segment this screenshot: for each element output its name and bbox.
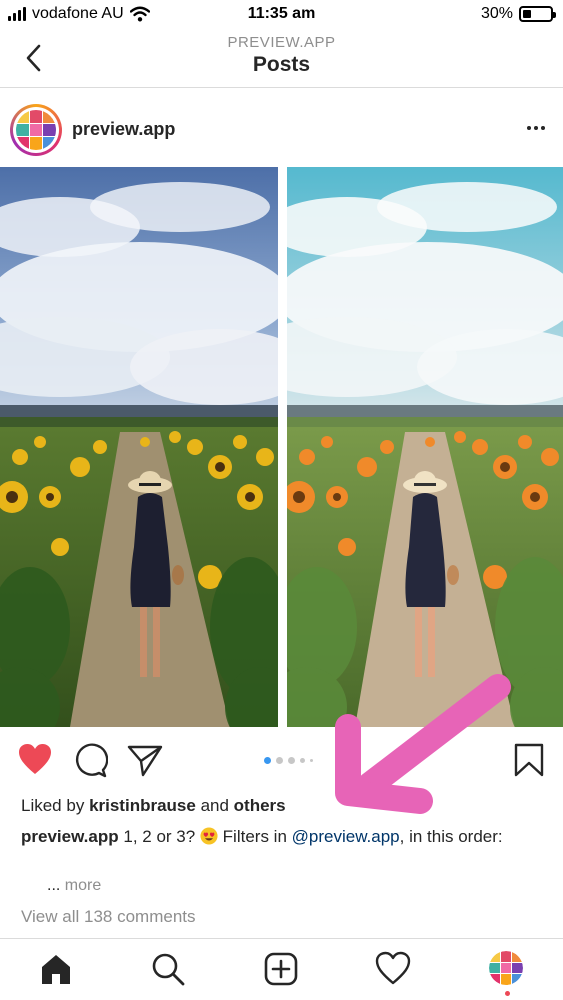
- battery-level-fill: [523, 10, 531, 18]
- preview-logo-icon: [16, 110, 56, 150]
- caption-more-link[interactable]: ... more: [47, 877, 101, 895]
- carousel-dot: [300, 758, 305, 763]
- view-comments-link[interactable]: View all 138 comments: [21, 907, 196, 927]
- notification-dot: [505, 991, 510, 996]
- comment-icon[interactable]: [72, 742, 108, 778]
- caption-username[interactable]: preview.app: [21, 827, 119, 846]
- likes-summary: Liked by kristinbrause and others: [21, 796, 286, 816]
- post-header: preview.app: [0, 100, 563, 160]
- heart-eyes-emoji-icon: [200, 827, 218, 845]
- post-caption: preview.app 1, 2 or 3? Filters in @previ…: [21, 826, 541, 847]
- page-title: Posts: [252, 53, 311, 76]
- carousel-dot: [288, 757, 295, 764]
- add-post-icon[interactable]: [263, 951, 299, 987]
- liked-prefix: Liked by: [21, 796, 85, 815]
- battery-group: 30%: [480, 5, 556, 23]
- post-action-bar: [0, 742, 563, 786]
- activity-heart-icon[interactable]: [375, 951, 411, 987]
- bottom-tab-bar: [0, 938, 563, 1000]
- clock-label: 11:35 am: [247, 5, 316, 22]
- search-icon[interactable]: [150, 951, 186, 987]
- header-subtitle: PREVIEW.APP: [227, 34, 336, 51]
- carousel-dot: [276, 757, 283, 764]
- status-bar: vodafone AU 11:35 am 30%: [0, 0, 563, 30]
- home-icon[interactable]: [38, 951, 74, 987]
- liked-user-link[interactable]: kristinbrause: [89, 796, 196, 815]
- paper-plane-icon[interactable]: [127, 742, 163, 778]
- caption-text: Filters in: [222, 827, 287, 846]
- bookmark-icon[interactable]: [511, 742, 547, 778]
- heart-filled-icon[interactable]: [17, 742, 53, 778]
- post-photo-filtered[interactable]: [287, 167, 563, 727]
- post-photo-original[interactable]: [0, 167, 278, 727]
- carousel-dot: [310, 759, 313, 762]
- profile-avatar-icon[interactable]: [489, 951, 523, 985]
- liked-and: and: [200, 796, 229, 815]
- carousel-dot-active: [264, 757, 271, 764]
- post-username[interactable]: preview.app: [72, 119, 175, 140]
- carousel-indicator: [264, 757, 313, 764]
- caption-text: , in this order:: [399, 827, 503, 846]
- avatar[interactable]: [10, 104, 62, 156]
- more-horizontal-icon[interactable]: [527, 126, 545, 130]
- battery-icon: [519, 6, 556, 22]
- caption-mention-link[interactable]: @preview.app: [292, 827, 400, 846]
- caption-text: 1, 2 or 3?: [123, 827, 196, 846]
- more-label[interactable]: more: [65, 877, 101, 894]
- battery-percent-label: 30%: [480, 5, 513, 22]
- more-ellipsis: ...: [47, 877, 61, 894]
- navigation-header: PREVIEW.APP Posts: [0, 30, 563, 88]
- liked-others-link[interactable]: others: [234, 796, 286, 815]
